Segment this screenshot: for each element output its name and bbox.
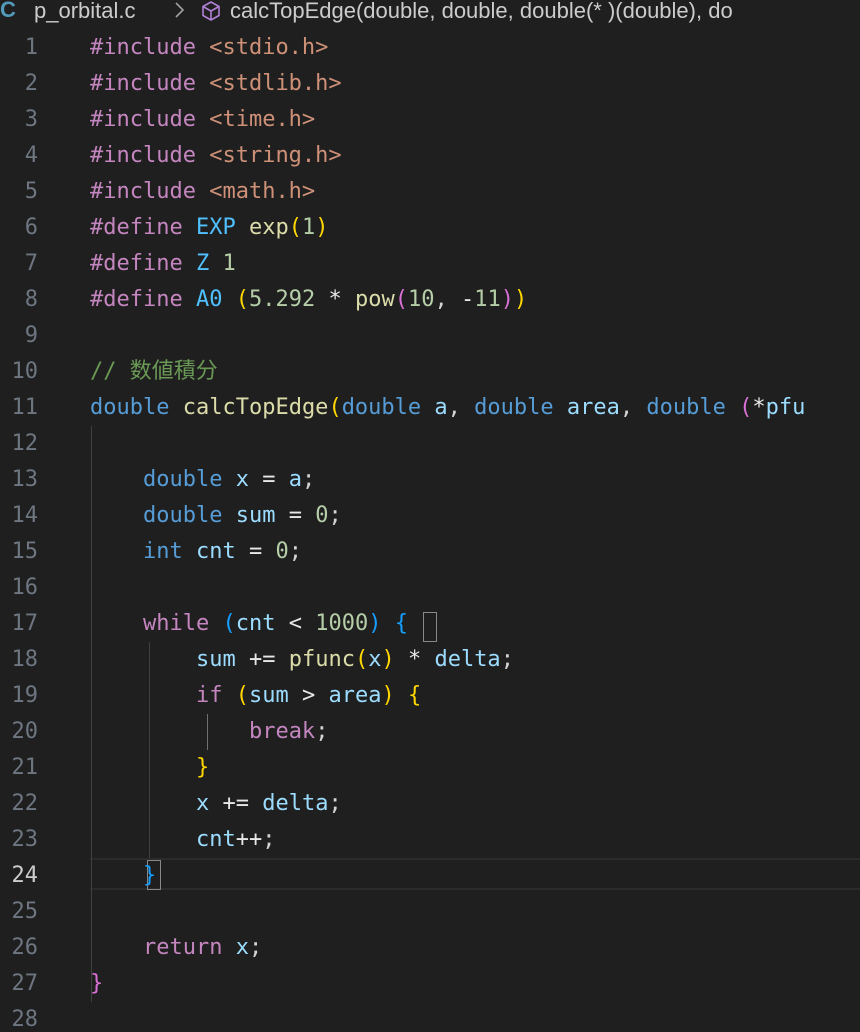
line-number[interactable]: 26	[0, 930, 39, 966]
breadcrumb-file[interactable]: p_orbital.c	[34, 0, 136, 23]
line-number[interactable]: 27	[0, 966, 39, 1002]
code-line[interactable]: 10 // 数値積分	[0, 354, 860, 390]
code-line[interactable]: 11 double calcTopEdge(double a, double ar…	[0, 390, 860, 426]
code-line[interactable]: 1 #include <stdio.h>	[0, 30, 860, 66]
line-number[interactable]: 1	[0, 30, 38, 66]
code-text[interactable]: // 数値積分	[90, 354, 218, 390]
code-line[interactable]: 26 return x;	[0, 930, 860, 966]
c-language-icon: C	[0, 0, 16, 22]
code-line[interactable]: 7 #define Z 1	[0, 246, 860, 282]
code-text[interactable]: #define A0 (5.292 * pow(10, -11))	[90, 282, 527, 318]
line-number[interactable]: 22	[0, 786, 39, 822]
code-text[interactable]: #include <math.h>	[90, 174, 315, 210]
line-number[interactable]: 18	[0, 642, 39, 678]
line-number[interactable]: 20	[0, 714, 39, 750]
line-number[interactable]: 3	[0, 102, 38, 138]
line-number[interactable]: 12	[0, 426, 39, 462]
line-number[interactable]: 16	[0, 570, 39, 606]
line-number[interactable]: 9	[0, 318, 38, 354]
code-line[interactable]: 5 #include <math.h>	[0, 174, 860, 210]
code-text[interactable]: double x = a;	[90, 462, 315, 498]
code-line[interactable]: 21 }	[0, 750, 860, 786]
chevron-right-icon	[175, 2, 185, 18]
code-line[interactable]: 6 #define EXP exp(1)	[0, 210, 860, 246]
line-number[interactable]: 25	[0, 894, 39, 930]
line-number[interactable]: 24	[0, 858, 39, 894]
code-text[interactable]: cnt++;	[90, 822, 276, 858]
code-text[interactable]: return x;	[90, 930, 262, 966]
code-text[interactable]: while (cnt < 1000) {	[90, 606, 408, 642]
code-text[interactable]: #include <stdio.h>	[90, 30, 328, 66]
code-line[interactable]: 8 #define A0 (5.292 * pow(10, -11))	[0, 282, 860, 318]
code-line[interactable]: 23 cnt++;	[0, 822, 860, 858]
code-line[interactable]: 3 #include <time.h>	[0, 102, 860, 138]
code-line[interactable]: 15 int cnt = 0;	[0, 534, 860, 570]
code-editor[interactable]: 1 #include <stdio.h> 2 #include <stdlib.h> 3…	[0, 30, 860, 1032]
code-text[interactable]: #define EXP exp(1)	[90, 210, 328, 246]
line-number[interactable]: 11	[0, 390, 39, 426]
code-line[interactable]: 9	[0, 318, 860, 354]
code-text[interactable]: #include <time.h>	[90, 102, 315, 138]
code-line[interactable]: 12	[0, 426, 860, 462]
code-text[interactable]: double calcTopEdge(double a, double area…	[90, 390, 805, 426]
code-line[interactable]: 22 x += delta;	[0, 786, 860, 822]
code-line[interactable]: 27}	[0, 966, 860, 1002]
line-number[interactable]: 8	[0, 282, 38, 318]
line-number[interactable]: 23	[0, 822, 39, 858]
line-number[interactable]: 4	[0, 138, 38, 174]
line-number[interactable]: 28	[0, 1002, 39, 1032]
code-text[interactable]: #include <stdlib.h>	[90, 66, 342, 102]
code-line[interactable]: 13 double x = a;	[0, 462, 860, 498]
code-text[interactable]: }	[90, 858, 156, 894]
line-number[interactable]: 2	[0, 66, 38, 102]
code-line[interactable]: 19 if (sum > area) {	[0, 678, 860, 714]
breadcrumb-symbol[interactable]: calcTopEdge(double, double, double(* )(d…	[230, 0, 733, 23]
code-text[interactable]: sum += pfunc(x) * delta;	[90, 642, 514, 678]
line-number[interactable]: 10	[0, 354, 39, 390]
code-line[interactable]: 2 #include <stdlib.h>	[0, 66, 860, 102]
line-number[interactable]: 5	[0, 174, 38, 210]
code-text[interactable]: }	[90, 966, 103, 1002]
code-line[interactable]: 28	[0, 1002, 860, 1032]
code-line[interactable]: 25	[0, 894, 860, 930]
line-number[interactable]: 14	[0, 498, 39, 534]
line-number[interactable]: 21	[0, 750, 39, 786]
line-number[interactable]: 19	[0, 678, 39, 714]
code-line[interactable]: 4 #include <string.h>	[0, 138, 860, 174]
code-text[interactable]: double sum = 0;	[90, 498, 342, 534]
code-line[interactable]: 17 while (cnt < 1000) {	[0, 606, 860, 642]
code-text[interactable]: x += delta;	[90, 786, 342, 822]
line-number[interactable]: 13	[0, 462, 39, 498]
code-text[interactable]: int cnt = 0;	[90, 534, 302, 570]
code-text[interactable]: break;	[90, 714, 328, 750]
line-number[interactable]: 7	[0, 246, 38, 282]
code-text[interactable]: #define Z 1	[90, 246, 236, 282]
line-number[interactable]: 17	[0, 606, 39, 642]
method-cube-icon	[202, 1, 220, 21]
line-number[interactable]: 6	[0, 210, 38, 246]
code-text[interactable]: #include <string.h>	[90, 138, 342, 174]
code-text[interactable]: }	[90, 750, 209, 786]
code-line[interactable]: 14 double sum = 0;	[0, 498, 860, 534]
breadcrumb: C p_orbital.c calcTopEdge(double, double…	[0, 0, 860, 30]
code-text[interactable]: if (sum > area) {	[90, 678, 421, 714]
line-number[interactable]: 15	[0, 534, 39, 570]
code-line[interactable]: 18 sum += pfunc(x) * delta;	[0, 642, 860, 678]
code-line[interactable]: 24 }	[0, 858, 860, 894]
code-line[interactable]: 16	[0, 570, 860, 606]
code-line[interactable]: 20 break;	[0, 714, 860, 750]
